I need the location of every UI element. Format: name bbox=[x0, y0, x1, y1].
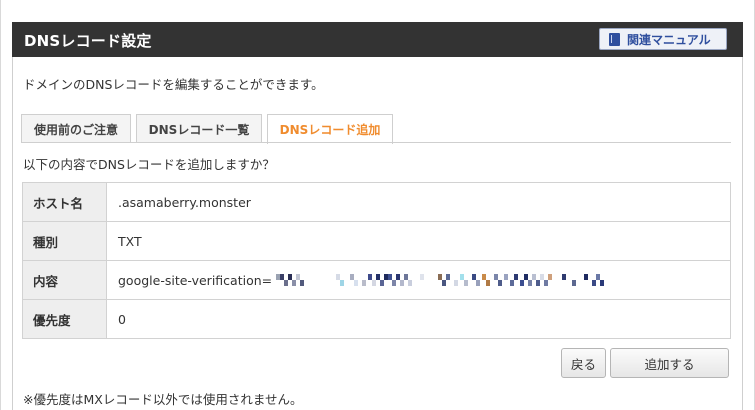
table-row: 種別 TXT bbox=[22, 221, 731, 261]
type-label: 種別 bbox=[22, 221, 107, 261]
table-row: ホスト名 .asamaberry.monster bbox=[22, 182, 731, 222]
table-row: 優先度 0 bbox=[22, 299, 731, 339]
type-value: TXT bbox=[106, 221, 731, 261]
host-label: ホスト名 bbox=[22, 182, 107, 222]
table-row: 内容 google-site-verification= bbox=[22, 260, 731, 300]
content-value-wrap: google-site-verification= bbox=[118, 273, 730, 288]
section-header: DNSレコード設定 関連マニュアル bbox=[12, 22, 743, 57]
tab-divider bbox=[21, 142, 731, 143]
related-manual-button[interactable]: 関連マニュアル bbox=[599, 28, 727, 50]
tab-bar: 使用前のご注意 DNSレコード一覧 DNSレコード追加 bbox=[21, 114, 398, 144]
priority-value: 0 bbox=[106, 299, 731, 339]
back-button[interactable]: 戻る bbox=[561, 348, 606, 378]
page-description: ドメインのDNSレコードを編集することができます。 bbox=[23, 77, 324, 92]
priority-label: 優先度 bbox=[22, 299, 107, 339]
tab-dns-record-list[interactable]: DNSレコード一覧 bbox=[136, 114, 262, 143]
tab-dns-record-add[interactable]: DNSレコード追加 bbox=[267, 114, 393, 144]
page-title: DNSレコード設定 bbox=[24, 32, 152, 50]
priority-note: ※優先度はMXレコード以外では使用されません。 bbox=[23, 392, 303, 407]
redacted-mosaic bbox=[276, 274, 605, 286]
confirm-message: 以下の内容でDNSレコードを追加しますか？ bbox=[23, 157, 275, 172]
related-manual-label: 関連マニュアル bbox=[627, 32, 711, 47]
content-value: google-site-verification= bbox=[118, 272, 273, 288]
content-label: 内容 bbox=[22, 260, 107, 300]
content-cell: google-site-verification= bbox=[106, 260, 731, 300]
host-value: .asamaberry.monster bbox=[106, 182, 731, 222]
tab-precautions[interactable]: 使用前のご注意 bbox=[21, 114, 131, 143]
add-button[interactable]: 追加する bbox=[610, 348, 729, 378]
book-icon bbox=[609, 32, 620, 46]
record-table: ホスト名 .asamaberry.monster 種別 TXT 内容 googl… bbox=[22, 182, 731, 339]
